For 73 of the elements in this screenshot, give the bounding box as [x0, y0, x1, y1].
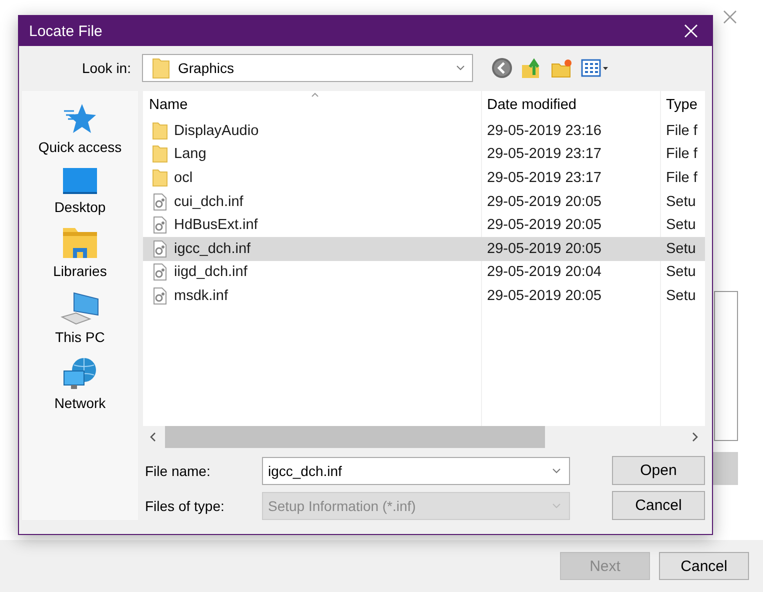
- new-folder-icon[interactable]: [551, 57, 573, 79]
- place-item[interactable]: Desktop: [25, 167, 135, 215]
- file-type: File f: [666, 170, 698, 186]
- folder-icon: [152, 57, 170, 79]
- open-button[interactable]: Open: [612, 456, 705, 485]
- scroll-right-icon[interactable]: [691, 432, 699, 442]
- column-header[interactable]: Date modified: [481, 97, 660, 113]
- computer-icon: [60, 291, 100, 325]
- chevron-icon: [456, 65, 465, 71]
- date-modified: 29-05-2019 20:04: [487, 264, 602, 280]
- folder-icon: [152, 122, 168, 140]
- scrollbar-thumb[interactable]: [165, 426, 545, 448]
- file-name: cui_dch.inf: [174, 194, 244, 210]
- settings-file-icon: [152, 216, 168, 234]
- chevron-icon: [552, 468, 561, 474]
- file-type: File f: [666, 122, 698, 139]
- file-type-label: Files of type:: [144, 498, 226, 514]
- file-row[interactable]: HdBusExt.inf 29-05-2019 20:05 Setu: [143, 213, 705, 237]
- file-row[interactable]: cui_dch.inf 29-05-2019 20:05 Setu: [143, 190, 705, 214]
- cancel-button[interactable]: Cancel: [612, 491, 705, 520]
- settings-file-icon: [152, 240, 168, 258]
- file-row[interactable]: DisplayAudio 29-05-2019 23:16 File f: [143, 119, 705, 143]
- chevron-icon: [552, 502, 561, 508]
- folder-icon: [62, 227, 98, 259]
- back-icon[interactable]: [491, 57, 513, 79]
- file-name: igcc_dch.inf: [174, 240, 251, 257]
- date-modified: 29-05-2019 23:17: [487, 146, 602, 162]
- column-header[interactable]: Name: [143, 97, 481, 113]
- file-row[interactable]: ocl 29-05-2019 23:17 File f: [143, 166, 705, 190]
- file-name: DisplayAudio: [174, 122, 259, 139]
- file-name: ocl: [174, 170, 193, 186]
- file-row[interactable]: Lang 29-05-2019 23:17 File f: [143, 142, 705, 166]
- date-modified: 29-05-2019 20:05: [487, 240, 602, 257]
- cancel-button[interactable]: Cancel: [659, 552, 749, 580]
- folder-icon: [152, 168, 168, 187]
- file-type: Setu: [666, 288, 696, 304]
- file-row[interactable]: msdk.inf 29-05-2019 20:05 Setu: [143, 284, 705, 308]
- date-modified: 29-05-2019 23:16: [487, 122, 602, 139]
- sort-caret-icon: [311, 92, 319, 97]
- file-name-field[interactable]: igcc_dch.inf: [262, 456, 570, 484]
- file-type: Setu: [666, 264, 696, 280]
- file-name-label: File name:: [144, 462, 212, 478]
- column-header[interactable]: Type: [660, 97, 705, 113]
- file-name: msdk.inf: [174, 288, 228, 304]
- settings-file-icon: [152, 263, 168, 282]
- file-type: Setu: [666, 194, 696, 210]
- window-title: Locate File: [29, 22, 102, 40]
- file-type: File f: [666, 146, 698, 162]
- look-in-dropdown[interactable]: Graphics: [142, 54, 473, 82]
- date-modified: 29-05-2019 20:05: [487, 217, 602, 234]
- settings-file-icon: [152, 286, 168, 305]
- place-item[interactable]: This PC: [25, 291, 135, 345]
- date-modified: 29-05-2019 20:05: [487, 194, 602, 210]
- network-icon: [62, 357, 98, 391]
- star-icon: [62, 103, 98, 135]
- folder-icon: [152, 145, 168, 164]
- view-menu-icon[interactable]: [581, 58, 609, 78]
- monitor-icon: [62, 167, 98, 195]
- settings-file-icon: [152, 192, 168, 211]
- file-name: Lang: [174, 146, 206, 162]
- look-in-label: Look in:: [80, 60, 131, 76]
- date-modified: 29-05-2019 20:05: [487, 288, 602, 304]
- scroll-left-icon[interactable]: [149, 432, 157, 442]
- file-type: Setu: [666, 240, 696, 257]
- file-type: Setu: [666, 217, 696, 234]
- date-modified: 29-05-2019 23:17: [487, 170, 602, 186]
- place-item[interactable]: Network: [25, 357, 135, 411]
- file-name: HdBusExt.inf: [174, 217, 258, 234]
- place-item[interactable]: Quick access: [25, 103, 135, 155]
- file-row[interactable]: igcc_dch.inf 29-05-2019 20:05 Setu: [143, 236, 705, 261]
- file-row[interactable]: iigd_dch.inf 29-05-2019 20:04 Setu: [143, 260, 705, 284]
- file-name: iigd_dch.inf: [174, 264, 248, 280]
- place-item[interactable]: Libraries: [25, 227, 135, 279]
